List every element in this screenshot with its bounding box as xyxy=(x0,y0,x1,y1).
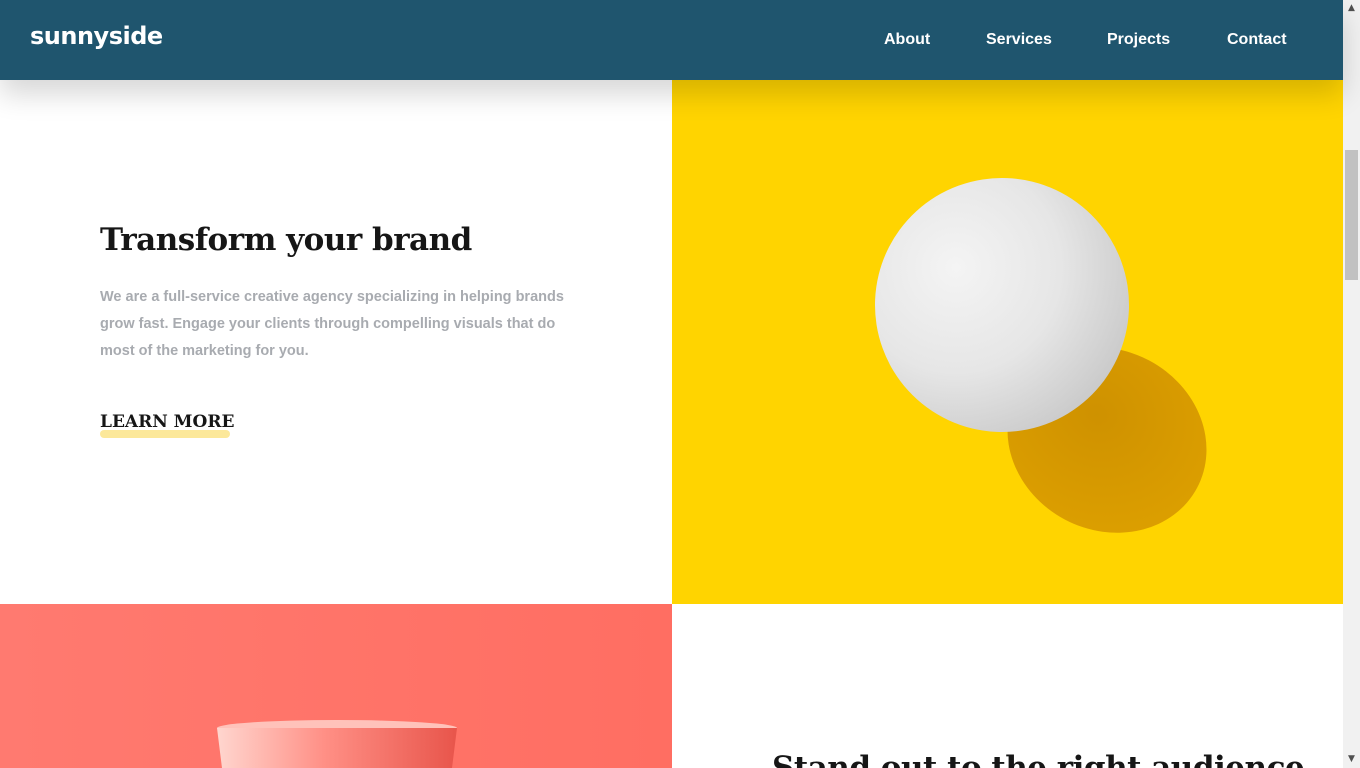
nav-link-projects[interactable]: Projects xyxy=(1107,31,1170,49)
hero-title: Transform your brand xyxy=(100,222,472,258)
stand-out-title: Stand out to the right audience xyxy=(772,750,1305,768)
hero-text-panel: Transform your brand We are a full-servi… xyxy=(0,80,672,604)
triangle-down-icon[interactable]: ▼ xyxy=(1343,751,1360,768)
hero-description: We are a full-service creative agency sp… xyxy=(100,289,564,359)
main-nav: About Services Projects Contact xyxy=(0,31,1343,53)
learn-more-link[interactable]: LEARN MORE xyxy=(100,412,234,432)
nav-link-services[interactable]: Services xyxy=(986,31,1052,49)
scroll-thumb[interactable] xyxy=(1345,150,1358,280)
nav-link-contact[interactable]: Contact xyxy=(1227,31,1287,49)
glass-image xyxy=(0,604,672,768)
site-header: sunnyside About Services Projects Contac… xyxy=(0,0,1343,80)
glass-illustration xyxy=(217,720,457,768)
nav-link-about[interactable]: About xyxy=(884,31,930,49)
triangle-up-icon[interactable]: ▲ xyxy=(1343,0,1360,17)
egg-illustration xyxy=(875,178,1207,533)
page-scrollbar[interactable]: ▲ ▼ xyxy=(1343,0,1360,768)
stand-out-text-panel: Stand out to the right audience xyxy=(672,604,1343,768)
egg-image xyxy=(672,80,1343,604)
